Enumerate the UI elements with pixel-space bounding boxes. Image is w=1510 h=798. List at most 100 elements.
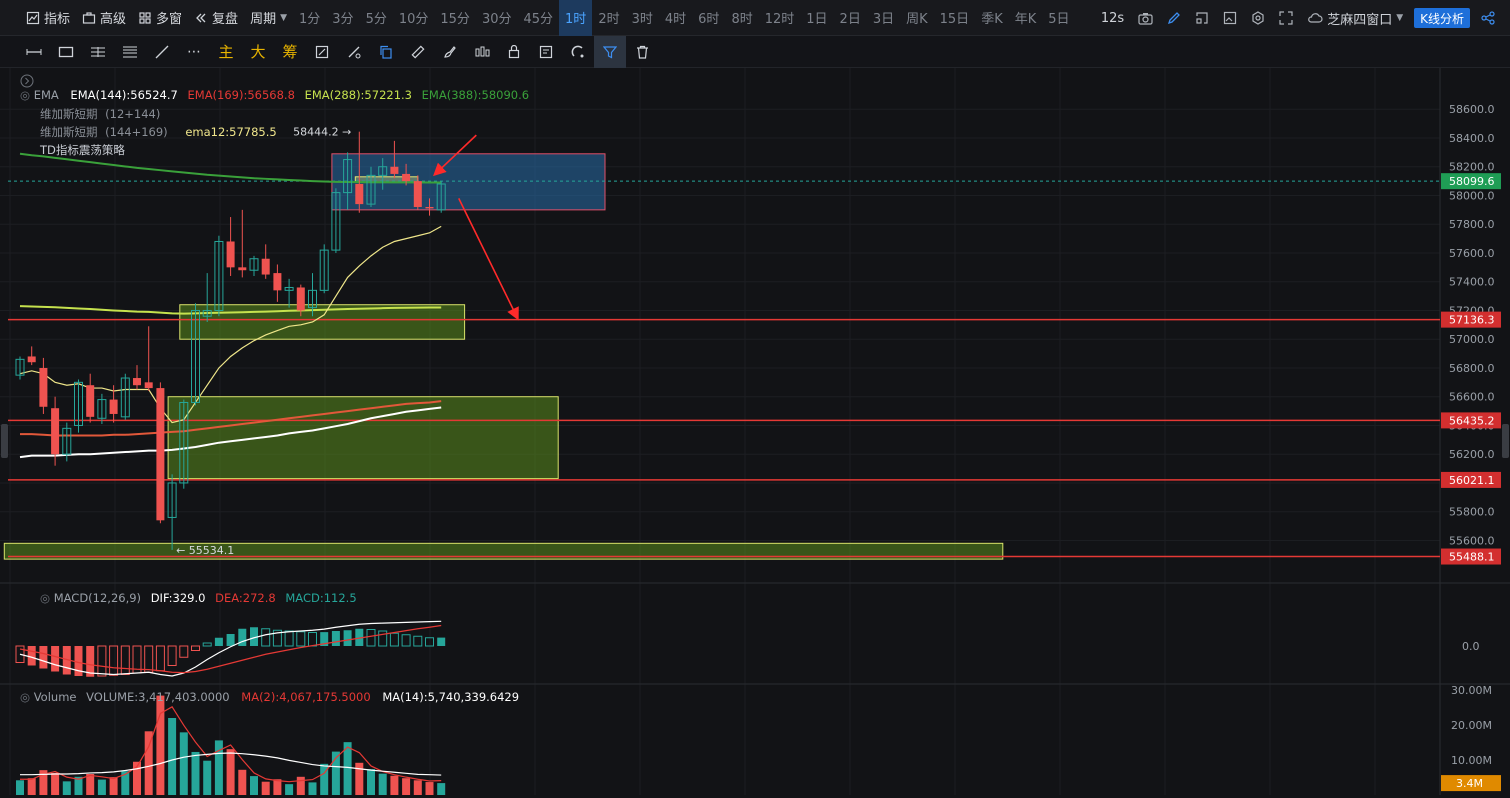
macd-histogram-bar	[284, 630, 294, 647]
tab-period-17[interactable]: 周K	[900, 0, 934, 36]
ruler-tool-icon[interactable]	[402, 36, 434, 68]
expand-window-icon[interactable]	[1188, 0, 1216, 36]
tab-period-9[interactable]: 3时	[626, 0, 659, 36]
volume-bar	[261, 781, 270, 795]
parallel-lines-tool-icon[interactable]	[82, 36, 114, 68]
macd-histogram-bar	[401, 634, 411, 647]
volume-bar	[97, 779, 106, 795]
camera-icon[interactable]	[1131, 0, 1160, 36]
candle-body-down	[144, 382, 153, 389]
tab-period-3[interactable]: 10分	[393, 0, 435, 36]
macd-histogram-bar	[155, 645, 165, 672]
settings-gear-icon[interactable]	[1244, 0, 1272, 36]
advanced-button[interactable]: 高级	[76, 0, 132, 36]
tab-period-4[interactable]: 15分	[434, 0, 476, 36]
pencil-icon[interactable]	[1160, 0, 1188, 36]
tab-period-15[interactable]: 2日	[834, 0, 867, 36]
note-tool-icon[interactable]	[530, 36, 562, 68]
tab-period-5[interactable]: 30分	[476, 0, 518, 36]
replay-button[interactable]: 复盘	[188, 0, 244, 36]
volume-bar	[402, 778, 411, 795]
trend-line-tool-icon[interactable]	[146, 36, 178, 68]
tab-period-21[interactable]: 5日	[1042, 0, 1075, 36]
tab-period-16[interactable]: 3日	[867, 0, 900, 36]
eye-icon[interactable]: ◎	[20, 88, 30, 102]
big-tool-button[interactable]: 大	[242, 36, 274, 68]
volume-bar	[179, 732, 188, 795]
kline-analysis-button[interactable]: K线分析	[1414, 8, 1470, 28]
vegas-short-legend[interactable]: 维加斯短期 (12+144)	[40, 106, 160, 122]
macd-histogram-bar	[179, 645, 189, 658]
filter-tool-icon[interactable]	[594, 35, 626, 68]
magnet-tool-icon[interactable]	[562, 36, 594, 68]
rectangle-tool-icon[interactable]	[50, 36, 82, 68]
macd-histogram-bar	[261, 628, 271, 647]
candlestick-tool-icon[interactable]	[466, 36, 498, 68]
macd-histogram-bar	[39, 646, 48, 669]
tab-period-8[interactable]: 2时	[592, 0, 625, 36]
volume-legend: ◎ Volume VOLUME:3,417,403.0000 MA(2):4,0…	[20, 690, 519, 704]
high-price-annotation: 58444.2 →	[293, 126, 351, 139]
fibonacci-tool-icon[interactable]	[114, 36, 146, 68]
copy-tool-icon[interactable]	[370, 36, 402, 68]
volume-bar	[273, 779, 282, 795]
share-icon[interactable]	[1474, 0, 1502, 36]
macd-legend-name[interactable]: MACD(12,26,9)	[54, 591, 141, 605]
volume-ma2-value: MA(2):4,067,175.5000	[241, 690, 371, 704]
candle-body-down	[390, 166, 399, 174]
volume-tick-label: 20.00M	[1451, 719, 1492, 732]
horizontal-line-tool-icon[interactable]	[18, 36, 50, 68]
tab-period-19[interactable]: 季K	[975, 0, 1009, 36]
indicators-button[interactable]: 指标	[20, 0, 76, 36]
toolbar-left-group: 指标 高级 多窗 复盘 周期 ▼ 1分 3分 5分 10分 15分 30分 45分 1时 2时 3…	[0, 0, 1076, 36]
tab-period-14[interactable]: 1日	[800, 0, 833, 36]
tab-period-6[interactable]: 45分	[517, 0, 559, 36]
tab-period-18[interactable]: 15日	[934, 0, 976, 36]
tab-period-2[interactable]: 5分	[360, 0, 393, 36]
window-selector[interactable]: 芝麻四窗口 ▼	[1300, 0, 1410, 36]
indicator-icon	[26, 11, 40, 24]
brush-tool-icon[interactable]	[434, 36, 466, 68]
candle-body-down	[425, 206, 434, 209]
vegas-short2-legend[interactable]: 维加斯短期 (144+169) ema12:57785.5	[40, 124, 277, 140]
volume-bar	[308, 782, 317, 795]
eraser-tool-icon[interactable]	[338, 36, 370, 68]
volume-legend-name[interactable]: Volume	[34, 690, 77, 704]
td-strategy-legend[interactable]: TD指标震荡策略	[40, 142, 125, 158]
tab-period-12[interactable]: 8时	[725, 0, 758, 36]
volume-bar	[390, 775, 399, 795]
eye-icon[interactable]: ◎	[40, 591, 50, 605]
tab-period-7[interactable]: 1时	[559, 0, 593, 36]
tab-period-11[interactable]: 6时	[692, 0, 725, 36]
ema-legend-name[interactable]: EMA	[34, 88, 59, 102]
edit-tool-icon[interactable]	[306, 36, 338, 68]
price-tick-label: 55600.0	[1449, 534, 1495, 547]
trash-icon[interactable]	[626, 36, 658, 68]
chip-tool-button[interactable]: 筹	[274, 36, 306, 68]
chart-area[interactable]: 58444.2 → ← 55534.1 58600.0 58400.0 58200.0 5…	[0, 68, 1510, 795]
fullscreen-icon[interactable]	[1272, 0, 1300, 36]
annotation-arrow	[458, 198, 519, 321]
macd-legend: ◎ MACD(12,26,9) DIF:329.0 DEA:272.8 MACD…	[40, 591, 357, 605]
main-tool-button[interactable]: 主	[210, 36, 242, 68]
tab-period-13[interactable]: 12时	[759, 0, 801, 36]
period-dropdown[interactable]: 周期 ▼	[244, 0, 293, 36]
volume-bar	[238, 769, 247, 795]
eye-icon[interactable]: ◎	[20, 690, 30, 704]
candle-body-down	[51, 408, 60, 455]
more-tools-icon[interactable]: ⋯	[178, 36, 210, 68]
macd-histogram-bar	[413, 635, 423, 647]
tab-period-10[interactable]: 4时	[659, 0, 692, 36]
right-scroll-handle	[1502, 424, 1509, 458]
image-icon[interactable]	[1216, 0, 1244, 36]
tab-period-0[interactable]: 1分	[293, 0, 326, 36]
tab-period-1[interactable]: 3分	[326, 0, 359, 36]
level-price-tag-label: 57136.3	[1449, 314, 1495, 327]
kline-chart[interactable]: 58444.2 →← 55534.158600.058400.058200.05…	[0, 68, 1510, 795]
lock-tool-icon[interactable]	[498, 36, 530, 68]
vegas-short2-label: 维加斯短期	[40, 125, 98, 139]
multiwindow-button[interactable]: 多窗	[132, 0, 188, 36]
macd-histogram-bar	[120, 645, 130, 675]
refresh-interval[interactable]: 12s	[1094, 0, 1131, 36]
tab-period-20[interactable]: 年K	[1009, 0, 1043, 36]
